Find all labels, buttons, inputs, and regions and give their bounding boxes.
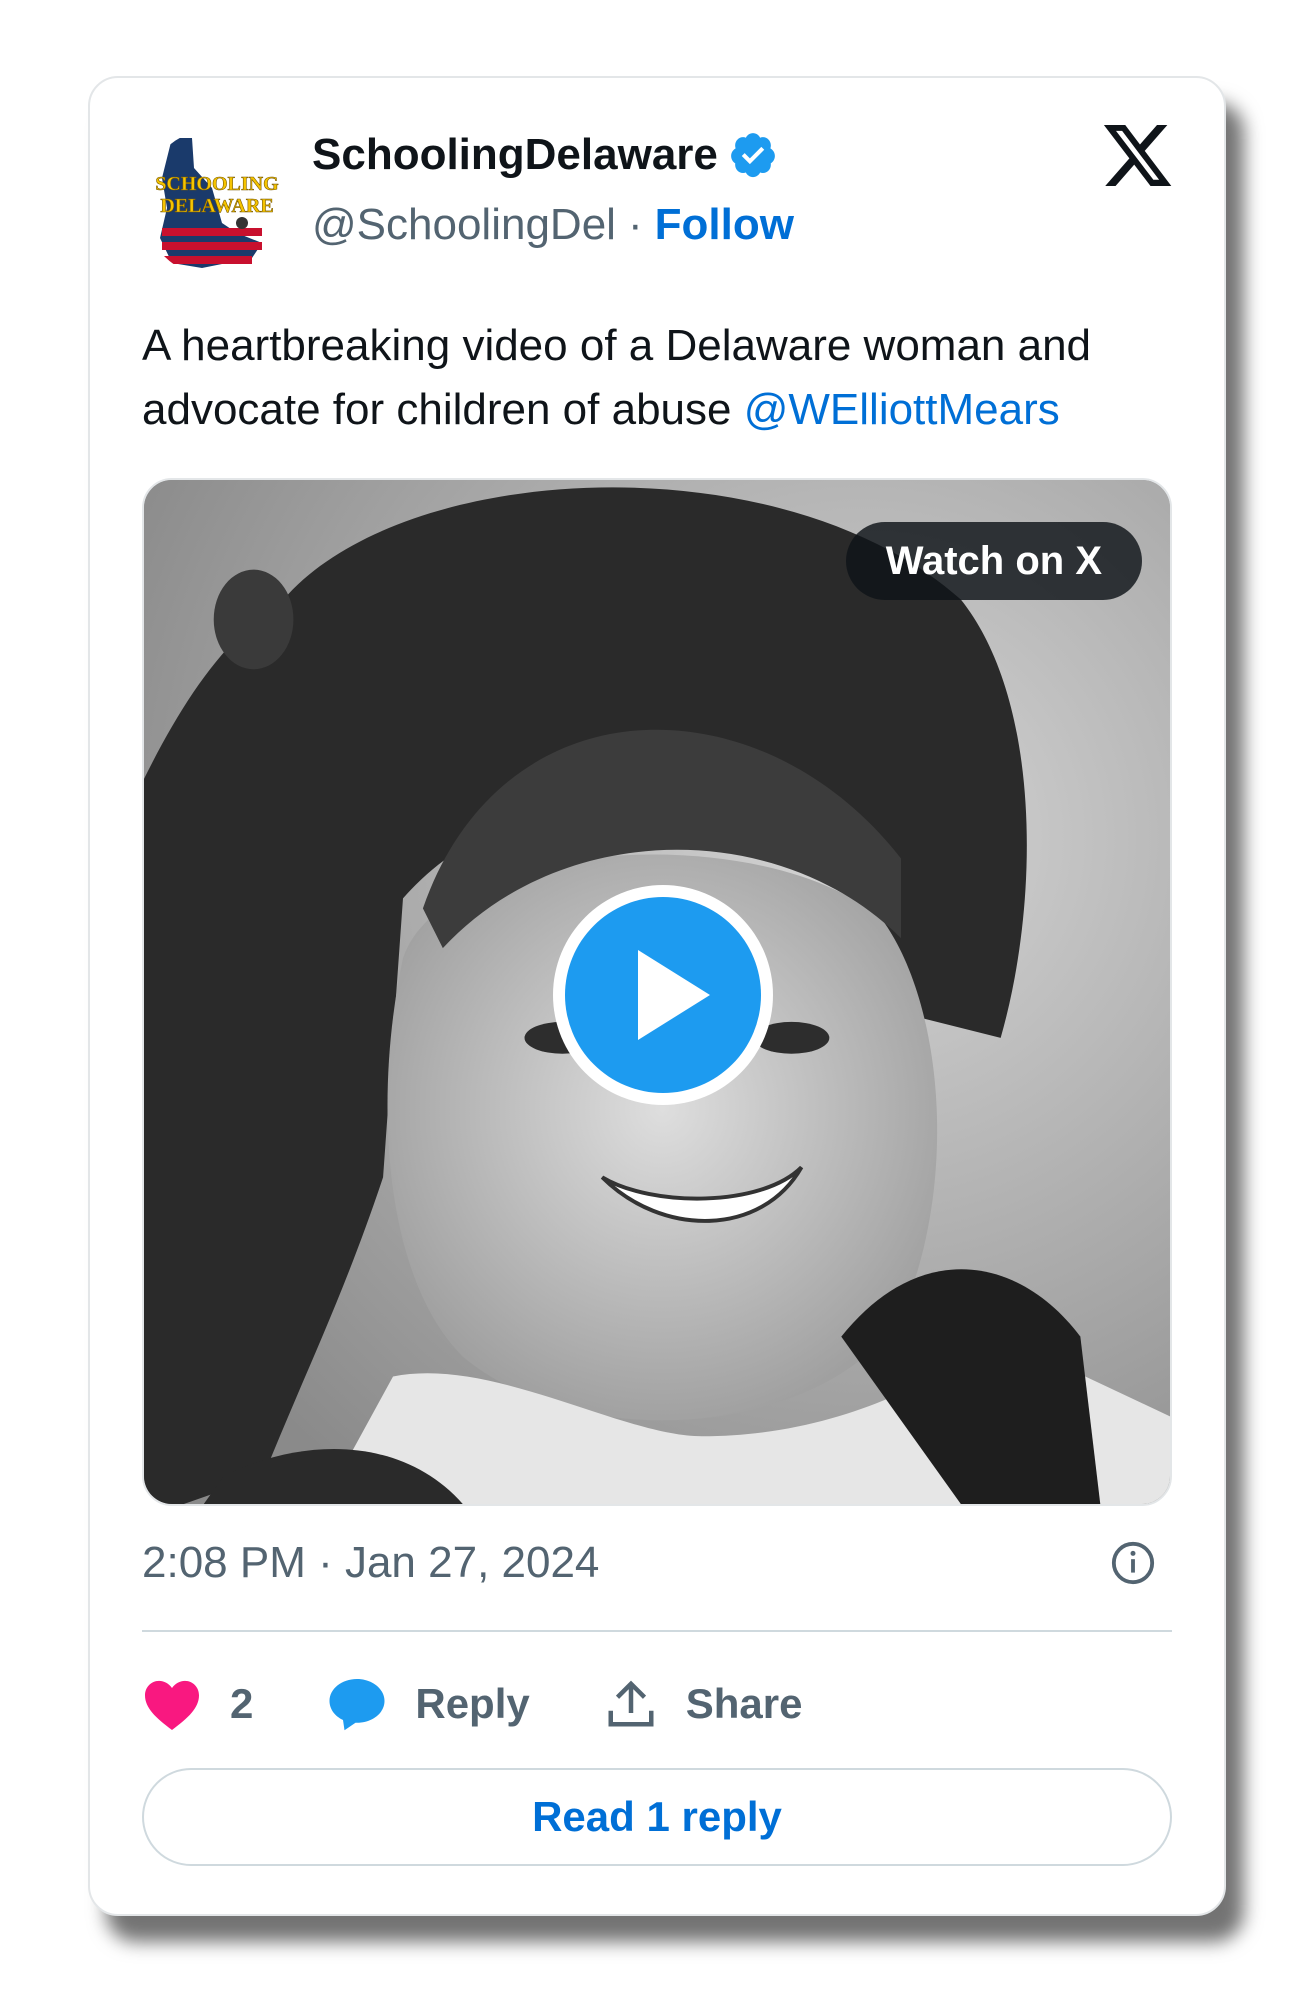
- x-logo-icon[interactable]: [1100, 118, 1175, 193]
- share-label: Share: [685, 1680, 803, 1727]
- share-icon: [608, 1680, 654, 1727]
- share-button[interactable]: Share: [604, 1676, 803, 1732]
- info-icon[interactable]: [1110, 1540, 1156, 1586]
- like-button[interactable]: 2: [142, 1677, 253, 1731]
- reply-bubble-icon: [329, 1679, 385, 1731]
- divider: [142, 1630, 1172, 1632]
- separator-dot: ·: [627, 200, 643, 249]
- follow-button[interactable]: Follow: [655, 200, 794, 250]
- watch-on-x-button[interactable]: Watch on X: [845, 522, 1142, 600]
- tweet-text: A heartbreaking video of a Delaware woma…: [142, 314, 1182, 442]
- reply-label: Reply: [415, 1680, 530, 1727]
- verified-badge-icon: [731, 133, 775, 178]
- handle[interactable]: @SchoolingDel: [312, 200, 616, 250]
- display-name[interactable]: SchoolingDelaware: [312, 130, 718, 180]
- video-thumbnail[interactable]: Watch on X: [142, 478, 1172, 1506]
- reply-button[interactable]: Reply: [327, 1676, 530, 1732]
- embedded-post-card: SCHOOLING DELAWARE SchoolingDelaware @Sc…: [88, 76, 1226, 1916]
- post-timestamp[interactable]: 2:08 PM · Jan 27, 2024: [142, 1538, 599, 1588]
- mention-link[interactable]: @WElliottMears: [744, 385, 1060, 434]
- play-icon[interactable]: [548, 880, 778, 1110]
- action-bar: 2 Reply Share: [142, 1664, 876, 1744]
- avatar[interactable]: SCHOOLING DELAWARE: [142, 128, 292, 278]
- avatar-text-1: SCHOOLING: [155, 173, 279, 195]
- like-count: 2: [230, 1680, 254, 1727]
- read-reply-button[interactable]: Read 1 reply: [142, 1768, 1172, 1866]
- avatar-text-2: DELAWARE: [160, 195, 273, 217]
- heart-icon: [145, 1680, 199, 1731]
